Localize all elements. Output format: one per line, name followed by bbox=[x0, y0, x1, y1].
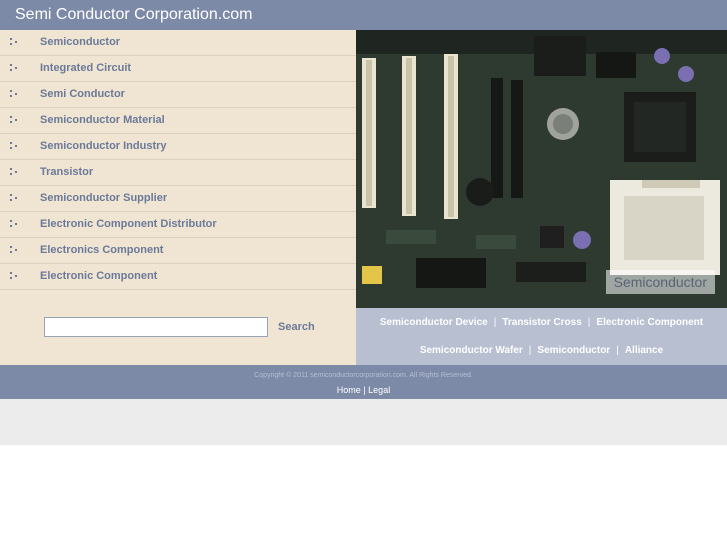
home-link[interactable]: Home bbox=[337, 385, 361, 395]
bullet-icon bbox=[10, 220, 19, 228]
header-bar: Semi Conductor Corporation.com bbox=[0, 0, 727, 30]
nav-item-semiconductor-material[interactable]: Semiconductor Material bbox=[0, 108, 356, 134]
bullet-icon bbox=[10, 64, 19, 72]
nav-item-semi-conductor[interactable]: Semi Conductor bbox=[0, 82, 356, 108]
nav-item-semiconductor-supplier[interactable]: Semiconductor Supplier bbox=[0, 186, 356, 212]
links-row: Semiconductor Device | Transistor Cross | El… bbox=[356, 317, 727, 328]
nav-item-electronic-component-distributor[interactable]: Electronic Component Distributor bbox=[0, 212, 356, 238]
nav-item-semiconductor[interactable]: Semiconductor bbox=[0, 30, 356, 56]
hero-caption: Semiconductor bbox=[605, 270, 715, 294]
site-title[interactable]: Semi Conductor Corporation.com bbox=[15, 6, 252, 24]
search-button[interactable]: Search bbox=[278, 321, 315, 333]
separator: | bbox=[587, 317, 591, 328]
bullet-icon bbox=[10, 168, 19, 176]
nav-item-label: Semiconductor bbox=[40, 36, 121, 48]
nav-item-label: Electronic Component bbox=[40, 270, 158, 282]
sidebar: Semiconductor Integrated Circuit Semi Co… bbox=[0, 30, 356, 365]
nav-item-label: Semi Conductor bbox=[40, 88, 125, 100]
nav-item-electronics-component[interactable]: Electronics Component bbox=[0, 238, 356, 264]
separator: | bbox=[528, 345, 532, 356]
link-transistor-cross[interactable]: Transistor Cross bbox=[502, 317, 581, 328]
nav-item-label: Electronic Component Distributor bbox=[40, 218, 217, 230]
copyright-text: Copyright © 2011 semiconductorcorporatio… bbox=[254, 372, 473, 379]
link-semiconductor-device[interactable]: Semiconductor Device bbox=[380, 317, 488, 328]
bullet-icon bbox=[10, 116, 19, 124]
nav-item-electronic-component[interactable]: Electronic Component bbox=[0, 264, 356, 290]
nav-item-semiconductor-industry[interactable]: Semiconductor Industry bbox=[0, 134, 356, 160]
link-electronic-component[interactable]: Electronic Component bbox=[596, 317, 703, 328]
bullet-icon bbox=[10, 272, 19, 280]
hero-image: Semiconductor bbox=[356, 30, 727, 308]
separator: | bbox=[616, 345, 619, 356]
nav-item-label: Semiconductor Supplier bbox=[40, 192, 168, 204]
nav-item-integrated-circuit[interactable]: Integrated Circuit bbox=[0, 56, 356, 82]
links-bar: Semiconductor Device | Transistor Cross | El… bbox=[356, 308, 727, 365]
nav-item-transistor[interactable]: Transistor bbox=[0, 160, 356, 186]
bullet-icon bbox=[10, 194, 19, 202]
link-alliance[interactable]: Alliance bbox=[625, 345, 663, 356]
motherboard-illustration bbox=[356, 30, 727, 308]
legal-link[interactable]: Legal bbox=[368, 385, 390, 395]
separator: | bbox=[363, 385, 366, 395]
footer: Copyright © 2011 semiconductorcorporatio… bbox=[0, 365, 727, 399]
bullet-icon bbox=[10, 38, 19, 46]
nav-item-label: Integrated Circuit bbox=[40, 62, 132, 74]
bullet-icon bbox=[10, 90, 19, 98]
link-semiconductor[interactable]: Semiconductor bbox=[537, 345, 610, 356]
bottom-band bbox=[0, 399, 727, 445]
nav-item-label: Transistor bbox=[40, 166, 94, 178]
link-semiconductor-wafer[interactable]: Semiconductor Wafer bbox=[420, 345, 523, 356]
footer-links: Home | Legal bbox=[0, 385, 727, 395]
nav-list: Semiconductor Integrated Circuit Semi Co… bbox=[0, 30, 356, 290]
separator: | bbox=[493, 317, 497, 328]
links-row: Semiconductor Wafer | Semiconductor | Allian… bbox=[356, 345, 727, 356]
nav-item-label: Semiconductor Material bbox=[40, 114, 165, 126]
search-input[interactable] bbox=[44, 317, 268, 337]
nav-item-label: Electronics Component bbox=[40, 244, 164, 256]
nav-item-label: Semiconductor Industry bbox=[40, 140, 167, 152]
bullet-icon bbox=[10, 142, 19, 150]
bullet-icon bbox=[10, 246, 19, 254]
